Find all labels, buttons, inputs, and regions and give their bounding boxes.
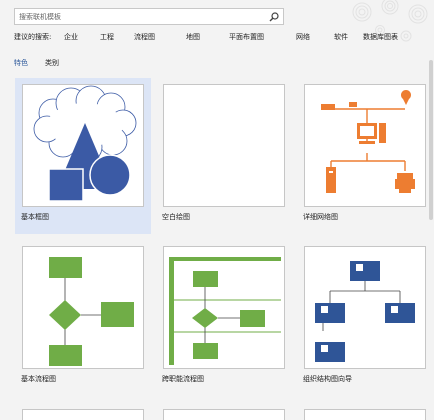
template-card-org-chart-wizard[interactable]: 组织结构图向导 xyxy=(297,240,433,396)
search-icon[interactable] xyxy=(269,12,279,22)
suggested-searches-label: 建议的搜索: xyxy=(14,33,52,41)
suggestion-floor-plan[interactable]: 平面布置图 xyxy=(229,32,264,42)
template-thumbnail xyxy=(304,246,426,369)
suggestion-map[interactable]: 地图 xyxy=(186,32,200,42)
tab-featured[interactable]: 特色 xyxy=(14,58,28,68)
suggestion-engineering[interactable]: 工程 xyxy=(100,32,114,42)
template-search-box[interactable] xyxy=(14,8,284,25)
network-diagram-preview-icon xyxy=(321,90,415,193)
template-thumbnail xyxy=(304,84,426,207)
scrollbar-thumb[interactable] xyxy=(429,60,433,220)
flowchart-preview-icon xyxy=(49,257,134,366)
template-card-partial[interactable] xyxy=(163,409,285,420)
suggestion-network[interactable]: 网络 xyxy=(296,32,310,42)
template-card-blank-drawing[interactable]: 空白绘图 xyxy=(156,78,292,234)
template-card-cross-functional-flowchart[interactable]: 跨职能流程图 xyxy=(156,240,292,396)
template-card-basic-diagram[interactable]: 基本框图 xyxy=(15,78,151,234)
template-caption: 基本框图 xyxy=(21,213,49,221)
template-thumbnail xyxy=(163,246,285,369)
template-caption: 跨职能流程图 xyxy=(162,375,204,383)
template-card-detailed-network[interactable]: 详细网络图 xyxy=(297,78,433,234)
template-card-partial[interactable] xyxy=(304,409,426,420)
template-caption: 组织结构图向导 xyxy=(303,375,352,383)
org-chart-preview-icon xyxy=(315,261,415,362)
suggestion-database-diagram[interactable]: 数据库图表 xyxy=(363,32,398,42)
suggestion-flowchart[interactable]: 流程图 xyxy=(134,32,155,42)
template-card-basic-flowchart[interactable]: 基本流程图 xyxy=(15,240,151,396)
template-caption: 基本流程图 xyxy=(21,375,56,383)
suggestion-software[interactable]: 软件 xyxy=(334,32,348,42)
template-thumbnail xyxy=(22,246,144,369)
basic-diagram-preview-icon xyxy=(33,85,137,202)
cross-functional-flowchart-preview-icon xyxy=(169,257,281,365)
template-thumbnail xyxy=(22,84,144,207)
tab-category[interactable]: 类别 xyxy=(45,58,59,68)
template-caption: 详细网络图 xyxy=(303,213,338,221)
template-caption: 空白绘图 xyxy=(162,213,190,221)
suggestion-enterprise[interactable]: 企业 xyxy=(64,32,78,42)
search-input[interactable] xyxy=(19,9,263,24)
template-card-partial[interactable] xyxy=(22,409,144,420)
template-thumbnail xyxy=(163,84,285,207)
vertical-scrollbar[interactable] xyxy=(428,0,434,420)
